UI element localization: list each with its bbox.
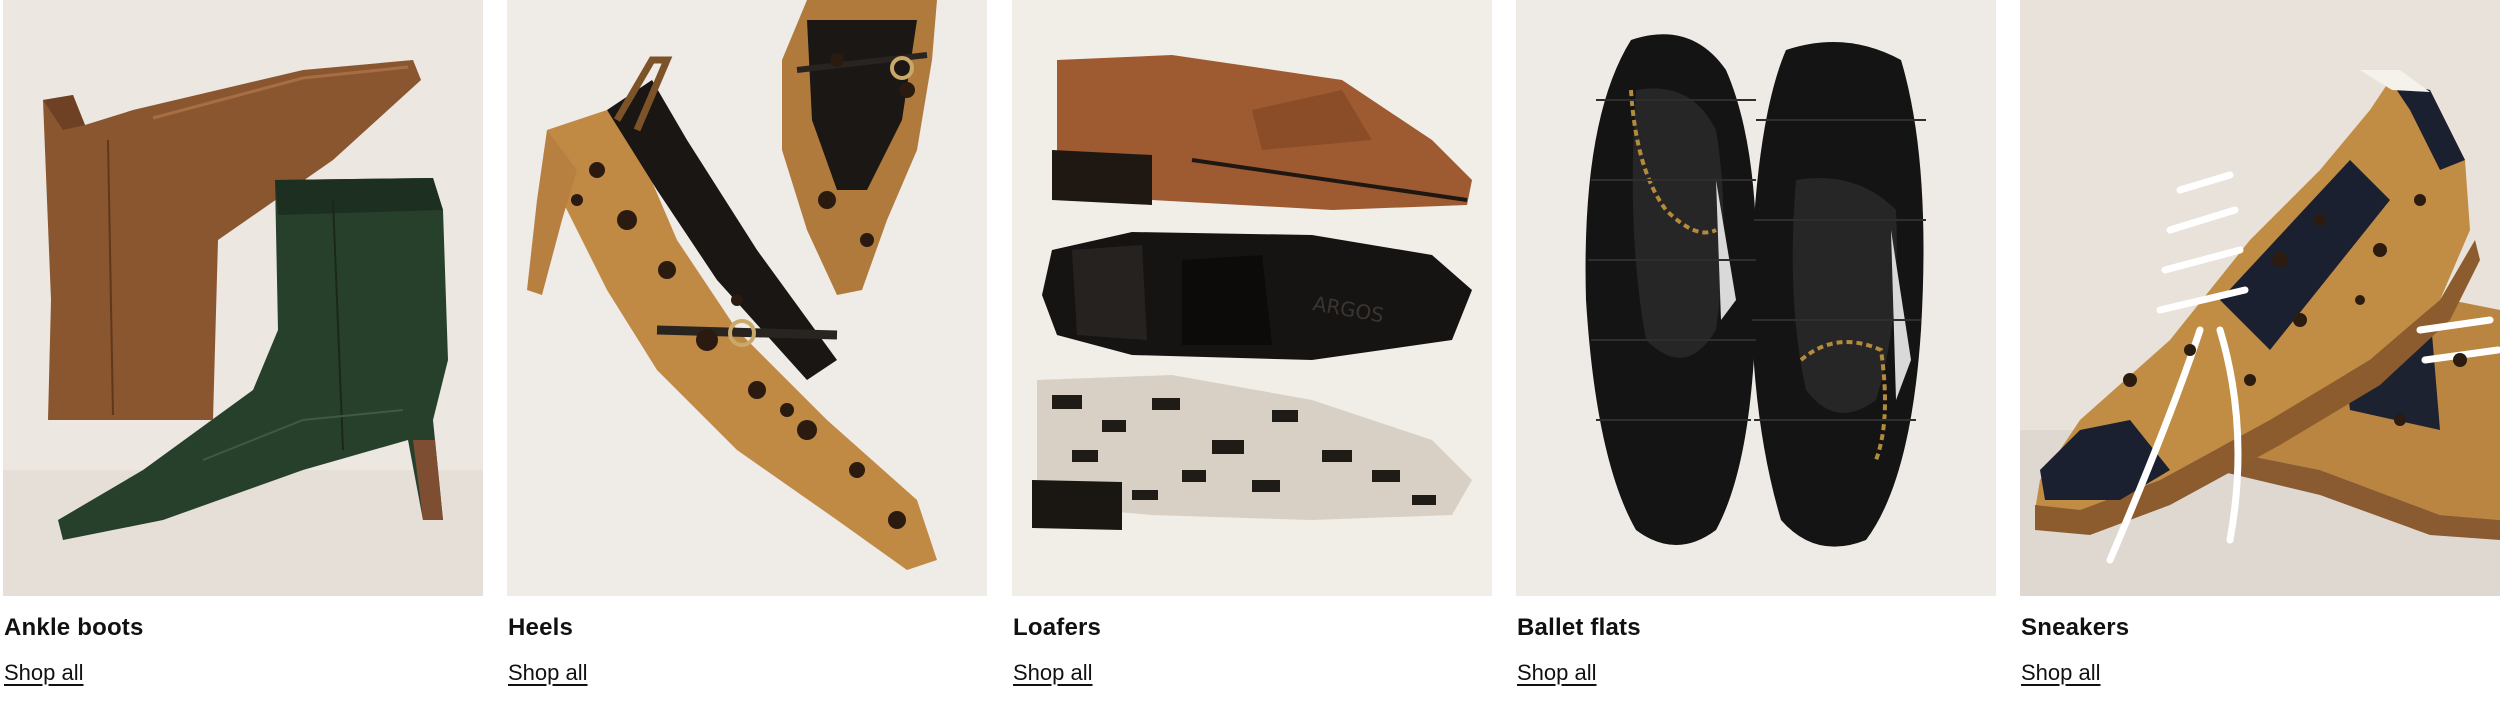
ballet-flats-illustration: [1516, 0, 1996, 596]
shop-all-link[interactable]: Shop all: [1013, 660, 1093, 686]
sneakers-image[interactable]: [2020, 0, 2500, 596]
loafers-illustration: ARGOS: [1012, 0, 1492, 596]
shop-all-link[interactable]: Shop all: [2021, 660, 2101, 686]
heels-illustration: [507, 0, 987, 596]
category-card-loafers: ARGOS Loafers Shop all: [1012, 0, 1492, 685]
shop-all-link[interactable]: Shop all: [1517, 660, 1597, 686]
ballet-flats-image[interactable]: [1516, 0, 1996, 596]
category-card-ankle-boots: Ankle boots Shop all: [3, 0, 483, 685]
shop-all-link[interactable]: Shop all: [508, 660, 588, 686]
ankle-boots-image[interactable]: [3, 0, 483, 596]
category-title: Ballet flats: [1517, 614, 1641, 641]
category-card-sneakers: Sneakers Shop all: [2020, 0, 2500, 685]
category-title: Ankle boots: [4, 614, 144, 641]
shop-all-link[interactable]: Shop all: [4, 660, 84, 686]
category-card-ballet-flats: Ballet flats Shop all: [1516, 0, 1996, 685]
ankle-boots-illustration: [3, 0, 483, 596]
category-title: Heels: [508, 614, 574, 641]
category-title: Loafers: [1013, 614, 1102, 641]
category-title: Sneakers: [2021, 614, 2130, 641]
sneakers-illustration: [2020, 0, 2500, 596]
loafers-image[interactable]: ARGOS: [1012, 0, 1492, 596]
category-card-heels: Heels Shop all: [507, 0, 987, 685]
category-carousel: Ankle boots Shop all Heels Shop all ARGO…: [0, 0, 2500, 708]
heels-image[interactable]: [507, 0, 987, 596]
